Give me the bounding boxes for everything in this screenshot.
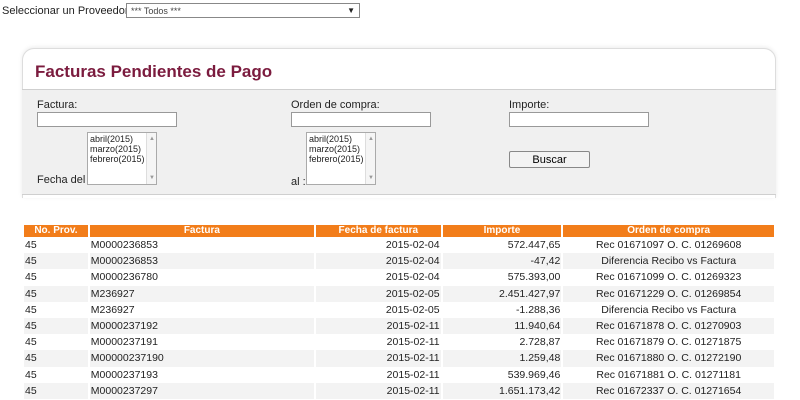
cell-no-prov: 45 xyxy=(24,350,88,367)
listbox-option[interactable]: abril(2015) xyxy=(90,134,154,144)
listbox-option[interactable]: febrero(2015) xyxy=(309,154,373,164)
table-row[interactable]: 45 M0000237191 2015-02-11 2.728,87 Rec 01671… xyxy=(24,334,774,350)
listbox-option[interactable]: febrero(2015) xyxy=(90,154,154,164)
importe-label: Importe: xyxy=(509,99,550,111)
table-row[interactable]: 45 M00000237190 2015-02-11 1.259,48 Rec 0167… xyxy=(24,350,774,367)
table-header-row: No. Prov. Factura Fecha de factura Impor… xyxy=(24,225,774,237)
cell-importe: 11.940,64 xyxy=(442,317,562,335)
cell-fecha: 2015-02-11 xyxy=(315,350,441,367)
scroll-up-icon[interactable]: ▲ xyxy=(147,134,157,144)
search-button[interactable]: Buscar xyxy=(509,151,590,168)
cell-orden: Rec 01671879 O. C. 01271875 xyxy=(595,336,742,349)
cell-no-prov: 45 xyxy=(24,317,88,335)
cell-fecha: 2015-02-05 xyxy=(315,285,441,302)
listbox-option[interactable]: abril(2015) xyxy=(309,134,373,144)
page-title: Facturas Pendientes de Pago xyxy=(35,62,273,81)
column-header-importe[interactable]: Importe xyxy=(442,225,562,237)
cell-fecha: 2015-02-04 xyxy=(385,239,440,252)
column-header-orden[interactable]: Orden de compra xyxy=(563,225,774,237)
al-label: al : xyxy=(291,176,306,188)
cell-fecha: 2015-02-05 xyxy=(385,303,440,316)
cell-orden: Rec 01671880 O. C. 01272190 xyxy=(563,350,774,367)
cell-no-prov: 45 xyxy=(24,253,88,270)
cell-factura: M0000237297 xyxy=(89,382,314,399)
table-row[interactable]: 45 M0000237297 2015-02-11 1.651.173,42 Rec 0… xyxy=(24,382,774,399)
cell-no-prov: 45 xyxy=(25,303,37,316)
orden-compra-label: Orden de compra: xyxy=(291,99,380,111)
cell-importe: 1.259,48 xyxy=(442,350,562,367)
cell-importe: 575.393,00 xyxy=(507,271,561,284)
column-header-no-prov[interactable]: No. Prov. xyxy=(24,225,88,237)
cell-orden: Rec 01671878 O. C. 01270903 xyxy=(563,317,774,335)
listbox-option[interactable]: marzo(2015) xyxy=(90,144,154,154)
cell-no-prov: 45 xyxy=(25,271,37,284)
supplier-select[interactable]: *** Todos *** ▼ xyxy=(126,3,360,18)
fecha-al-listbox[interactable]: abril(2015) marzo(2015) febrero(2015) ▲ … xyxy=(306,132,376,185)
cell-factura: M0000236780 xyxy=(90,271,158,284)
cell-fecha: 2015-02-11 xyxy=(315,382,441,399)
cell-orden: Diferencia Recibo vs Factura xyxy=(563,253,774,270)
cell-importe: 1.651.173,42 xyxy=(442,382,562,399)
cell-no-prov: 45 xyxy=(25,368,37,381)
listbox-scrollbar[interactable]: ▲ ▼ xyxy=(146,133,156,184)
table-row[interactable]: 45 M0000237193 2015-02-11 539.969,46 Rec 016… xyxy=(24,367,774,383)
cell-factura: M0000237191 xyxy=(90,336,158,349)
cell-factura: M00000237190 xyxy=(89,350,314,367)
table-row[interactable]: 45 M236927 2015-02-05 2.451.427,97 Rec 01671… xyxy=(24,285,774,302)
table-row[interactable]: 45 M0000237192 2015-02-11 11.940,64 Rec 0167… xyxy=(24,317,774,335)
fecha-del-listbox[interactable]: abril(2015) marzo(2015) febrero(2015) ▲ … xyxy=(87,132,157,185)
cell-factura: M0000237193 xyxy=(90,368,158,381)
scroll-down-icon[interactable]: ▼ xyxy=(147,173,157,183)
column-header-factura[interactable]: Factura xyxy=(89,225,314,237)
cell-fecha: 2015-02-11 xyxy=(386,368,440,381)
cell-orden: Rec 01671881 O. C. 01271181 xyxy=(596,368,741,381)
cell-importe: 2.728,87 xyxy=(519,336,561,349)
cell-fecha: 2015-02-04 xyxy=(315,253,441,270)
cell-fecha: 2015-02-11 xyxy=(315,317,441,335)
table-row[interactable]: 45 M0000236780 2015-02-04 575.393,00 Rec 016… xyxy=(24,269,774,285)
cell-orden: Rec 01671229 O. C. 01269854 xyxy=(563,285,774,302)
chevron-down-icon[interactable]: ▼ xyxy=(347,6,355,15)
cell-fecha: 2015-02-11 xyxy=(386,336,440,349)
supplier-select-value: *** Todos *** xyxy=(131,5,181,16)
cell-importe: 539.969,46 xyxy=(507,368,561,381)
cell-fecha: 2015-02-04 xyxy=(385,271,440,284)
factura-label: Factura: xyxy=(37,99,78,111)
cell-no-prov: 45 xyxy=(25,336,37,349)
fecha-del-label: Fecha del : xyxy=(37,174,92,186)
scroll-up-icon[interactable]: ▲ xyxy=(366,134,376,144)
cell-no-prov: 45 xyxy=(25,239,37,252)
cell-no-prov: 45 xyxy=(24,285,88,302)
invoices-table: No. Prov. Factura Fecha de factura Impor… xyxy=(22,225,776,399)
cell-factura: M0000236853 xyxy=(90,239,158,252)
cell-factura: M0000236853 xyxy=(89,253,314,270)
cell-orden: Rec 01672337 O. C. 01271654 xyxy=(563,382,774,399)
supplier-label: Seleccionar un Proveedor xyxy=(2,5,129,17)
factura-input[interactable] xyxy=(37,112,177,127)
table-row[interactable]: 45 M0000236853 2015-02-04 -47,42 Diferencia … xyxy=(24,253,774,270)
orden-compra-input[interactable] xyxy=(291,112,431,127)
table-row[interactable]: 45 M0000236853 2015-02-04 572.447,65 Rec 016… xyxy=(24,237,774,253)
scroll-down-icon[interactable]: ▼ xyxy=(366,173,376,183)
importe-input[interactable] xyxy=(509,112,649,127)
cell-no-prov: 45 xyxy=(24,382,88,399)
cell-factura: M236927 xyxy=(90,303,135,316)
cell-orden: Diferencia Recibo vs Factura xyxy=(601,303,737,316)
listbox-scrollbar[interactable]: ▲ ▼ xyxy=(365,133,375,184)
cell-orden: Rec 01671097 O. C. 01269608 xyxy=(595,239,742,252)
listbox-option[interactable]: marzo(2015) xyxy=(309,144,373,154)
cell-factura: M0000237192 xyxy=(89,317,314,335)
cell-importe: 572.447,65 xyxy=(507,239,561,252)
cell-factura: M236927 xyxy=(89,285,314,302)
cell-orden: Rec 01671099 O. C. 01269323 xyxy=(595,271,742,284)
table-row[interactable]: 45 M236927 2015-02-05 -1.288,36 Diferencia R… xyxy=(24,302,774,318)
column-header-fecha[interactable]: Fecha de factura xyxy=(315,225,441,237)
cell-importe: -1.288,36 xyxy=(515,303,561,316)
cell-importe: -47,42 xyxy=(442,253,562,270)
cell-importe: 2.451.427,97 xyxy=(442,285,562,302)
